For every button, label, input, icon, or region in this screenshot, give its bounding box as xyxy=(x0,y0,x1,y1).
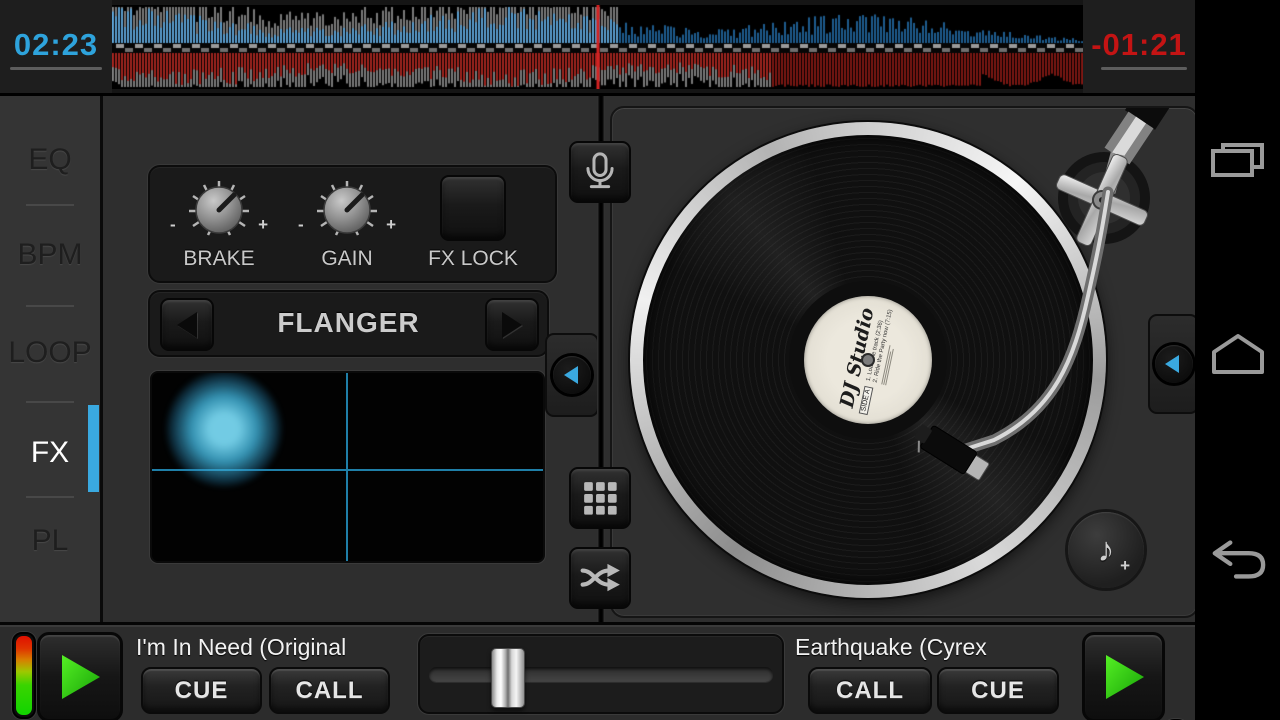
knob-plus: + xyxy=(258,215,268,235)
deck-b-time-underline xyxy=(1101,67,1187,70)
handle-circle xyxy=(1155,345,1193,383)
waveform-display[interactable] xyxy=(112,5,1083,89)
back-icon xyxy=(1209,539,1267,581)
knob-minus: - xyxy=(170,215,176,235)
deck-a-time-underline xyxy=(10,67,102,70)
brake-knob[interactable]: - + xyxy=(184,175,254,245)
call-button-left[interactable]: CALL xyxy=(269,667,390,714)
handle-circle xyxy=(553,356,591,394)
fx-xy-pad[interactable] xyxy=(150,371,545,563)
crossfader-groove xyxy=(429,667,773,682)
sidebar-divider xyxy=(26,496,74,498)
knob-minus: - xyxy=(298,215,304,235)
vinyl-surface: DJ Studio SIDE A 1. Load the track (2:36… xyxy=(643,135,1093,585)
fx-lock-button[interactable] xyxy=(440,175,506,241)
sidebar-item-bpm[interactable]: BPM xyxy=(0,228,100,282)
tonearm-pivot xyxy=(1058,152,1150,244)
deck-b-time-zone: -01:21 xyxy=(1083,0,1195,93)
chevron-left-icon xyxy=(564,366,578,384)
effect-selector: FLANGER xyxy=(148,290,549,357)
sidebar-item-pl[interactable]: PL xyxy=(0,514,100,568)
crossfader-handle[interactable] xyxy=(491,648,525,708)
back-button[interactable] xyxy=(1209,538,1267,582)
music-note-icon: ♪ xyxy=(1098,533,1115,567)
deck-a-time-zone: 02:23 xyxy=(0,0,112,93)
crossfader[interactable] xyxy=(418,634,784,714)
play-icon xyxy=(1102,653,1146,701)
spindle xyxy=(863,355,873,365)
knob-graphic xyxy=(312,175,382,245)
shuffle-icon xyxy=(576,554,624,602)
add-track-button[interactable]: ♪ + xyxy=(1068,512,1144,588)
fx-knob-panel: - + BRAKE - + xyxy=(148,165,557,283)
play-icon xyxy=(58,653,102,701)
deck-b-time: -01:21 xyxy=(1083,27,1195,63)
vu-meter-left xyxy=(12,632,36,719)
collapse-right-handle[interactable] xyxy=(1148,314,1199,414)
gain-knob-label: GAIN xyxy=(292,247,402,271)
xy-touch-blob xyxy=(166,371,282,487)
knob-plus: + xyxy=(386,215,396,235)
plus-icon: + xyxy=(1120,556,1130,576)
vinyl-record[interactable]: DJ Studio SIDE A 1. Load the track (2:36… xyxy=(630,122,1106,598)
home-button[interactable] xyxy=(1209,328,1267,376)
right-arrow-icon xyxy=(502,312,522,338)
mic-button[interactable] xyxy=(569,141,631,203)
sidebar-item-loop[interactable]: LOOP xyxy=(0,326,100,380)
xy-crosshair-vertical xyxy=(346,373,348,561)
deck-a-time: 02:23 xyxy=(0,27,112,63)
tonearm-counterweight xyxy=(1140,108,1157,120)
vu-level xyxy=(16,636,32,715)
recent-apps-icon xyxy=(1210,142,1266,178)
bottom-control-bar: I'm In Need (Original CUE CALL Earthquak… xyxy=(0,622,1195,720)
android-nav-bar xyxy=(1195,0,1280,720)
home-icon xyxy=(1210,329,1266,375)
sidebar-item-fx[interactable]: FX xyxy=(0,426,100,480)
dj-app: 02:23 -01:21 EQ BPM LOOP FX PL xyxy=(0,0,1280,720)
pads-grid-button[interactable] xyxy=(569,467,631,529)
effect-prev-button[interactable] xyxy=(160,298,214,351)
recent-apps-button[interactable] xyxy=(1209,140,1267,180)
play-button-right[interactable] xyxy=(1082,632,1165,720)
grid-icon xyxy=(577,475,623,521)
knob-graphic xyxy=(184,175,254,245)
sidebar-divider xyxy=(26,401,74,403)
sidebar-divider xyxy=(26,305,74,307)
effect-name: FLANGER xyxy=(220,307,477,339)
brake-knob-label: BRAKE xyxy=(164,247,274,271)
fx-lock-label: FX LOCK xyxy=(418,247,528,271)
track-title-right: Earthquake (Cyrex xyxy=(795,634,987,661)
cue-button-right[interactable]: CUE xyxy=(937,667,1059,714)
effect-next-button[interactable] xyxy=(485,298,539,351)
collapse-left-handle[interactable] xyxy=(545,333,599,417)
sidebar-item-eq[interactable]: EQ xyxy=(0,133,100,187)
chevron-left-icon xyxy=(1165,355,1179,373)
sidebar-active-indicator xyxy=(88,405,99,492)
sidebar-divider xyxy=(26,204,74,206)
call-button-right[interactable]: CALL xyxy=(808,667,932,714)
turntable-deck: DJ Studio SIDE A 1. Load the track (2:36… xyxy=(610,106,1199,618)
top-waveform-bar: 02:23 -01:21 xyxy=(0,0,1195,96)
shuffle-button[interactable] xyxy=(569,547,631,609)
cue-button-left[interactable]: CUE xyxy=(141,667,262,714)
track-title-left: I'm In Need (Original xyxy=(136,634,346,661)
gain-knob[interactable]: - + xyxy=(312,175,382,245)
left-arrow-icon xyxy=(177,312,197,338)
main-area: EQ BPM LOOP FX PL xyxy=(0,96,1195,622)
sidebar: EQ BPM LOOP FX PL xyxy=(0,96,103,622)
microphone-icon xyxy=(575,147,625,197)
play-button-left[interactable] xyxy=(37,632,123,720)
